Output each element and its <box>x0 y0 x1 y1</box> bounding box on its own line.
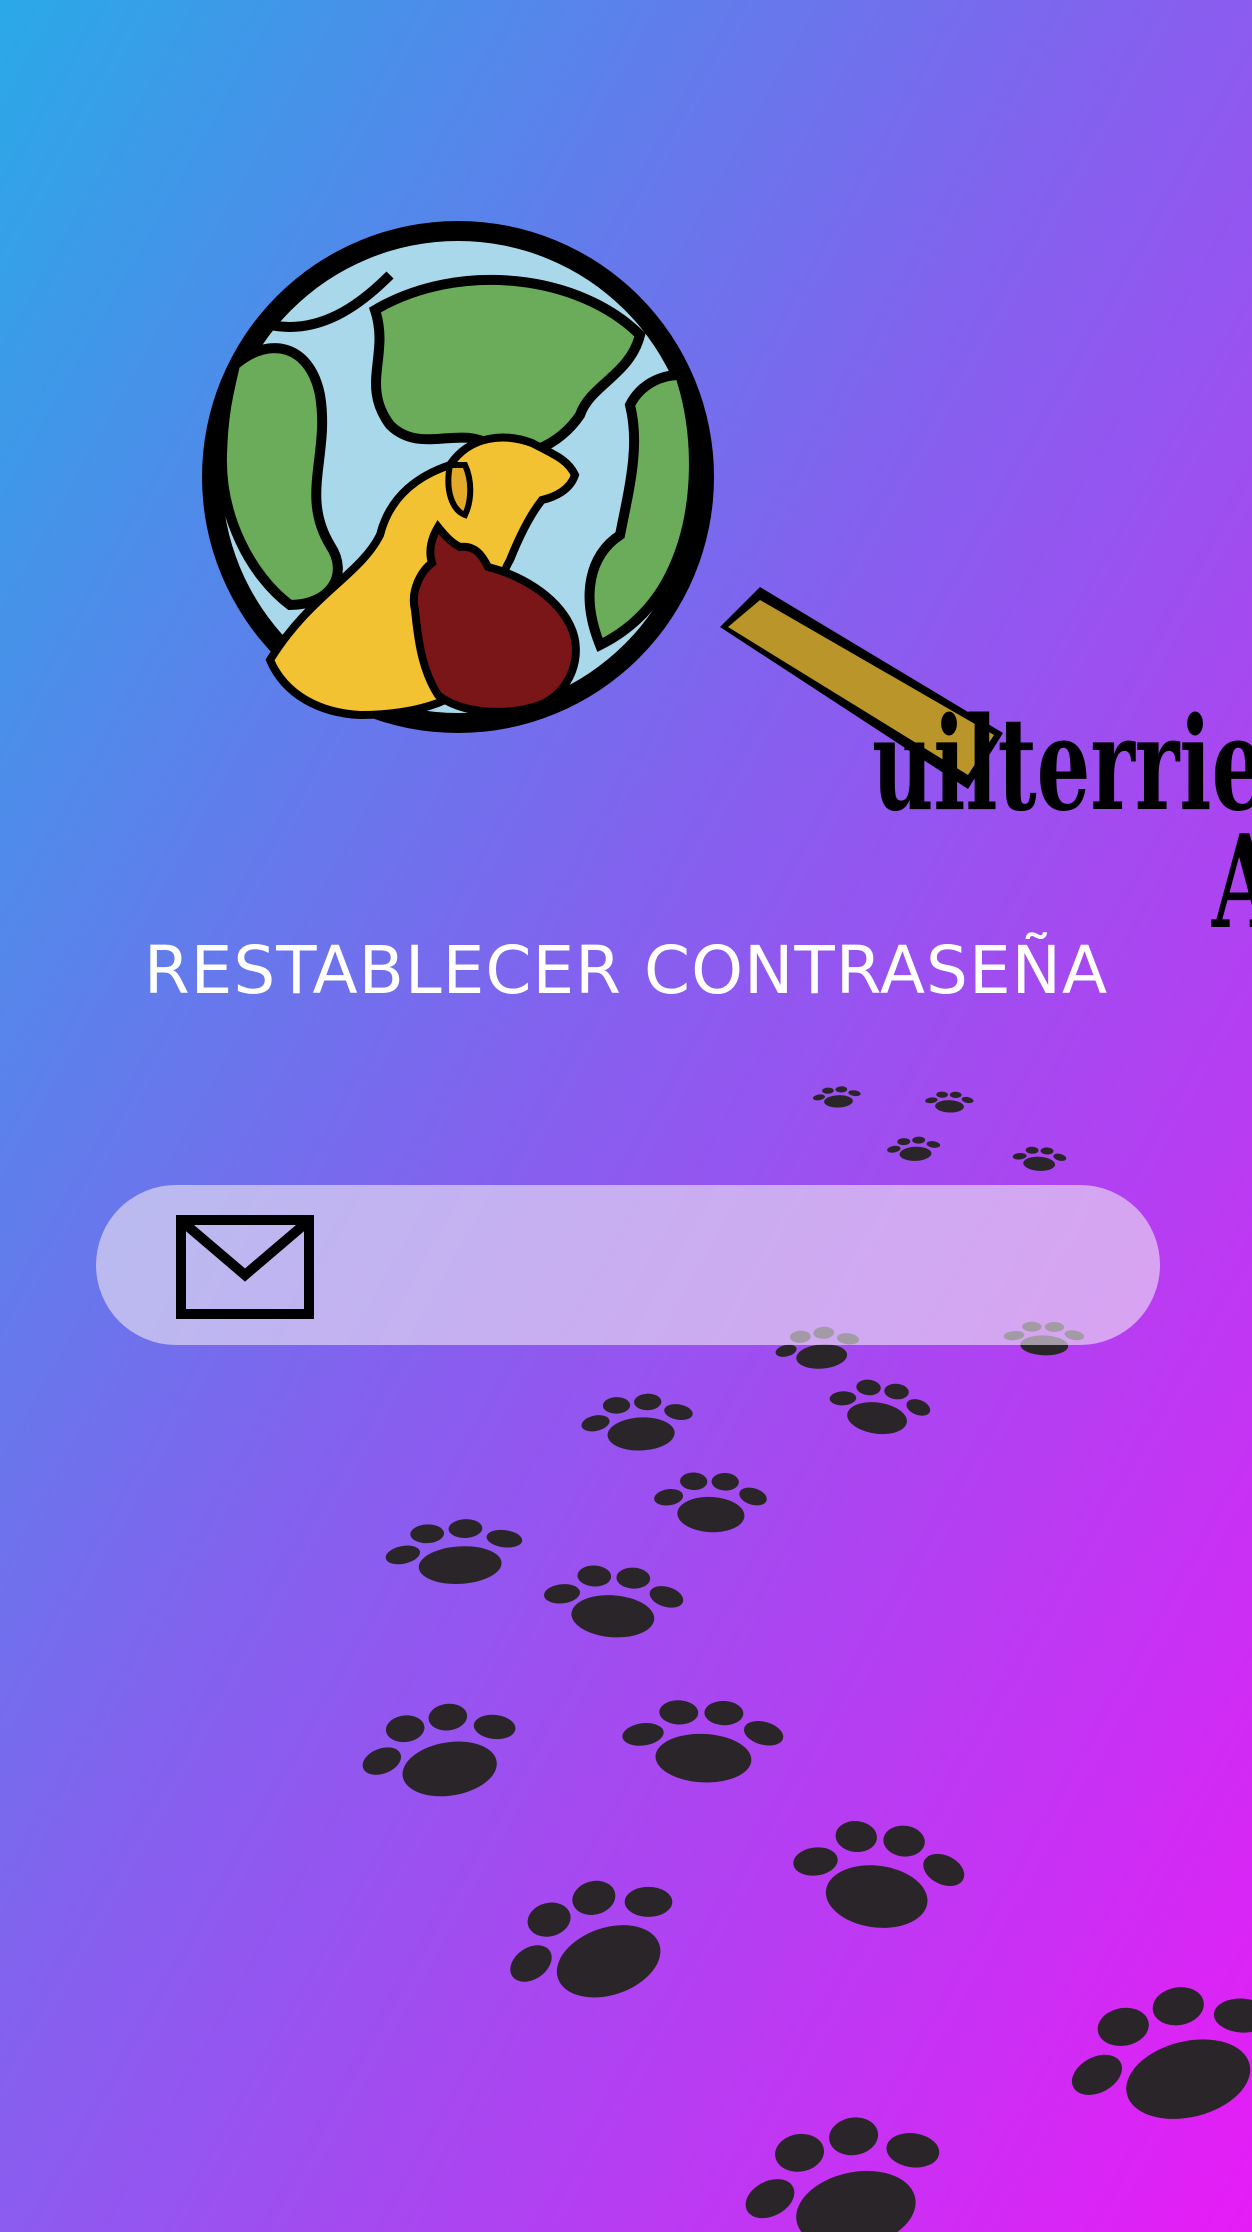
mail-icon <box>176 1215 314 1319</box>
email-input[interactable] <box>346 1215 1090 1317</box>
brand-name-line2: App <box>1212 819 1252 947</box>
quilterrier-logo: uilterrier App <box>160 215 1252 947</box>
page-title: RESTABLECER CONTRASEÑA <box>143 932 1109 1009</box>
email-field[interactable] <box>96 1185 1160 1345</box>
brand-name-line1: uilterrier <box>872 690 1252 840</box>
reset-password-screen: uilterrier App RESTABLECER CONTRASEÑA <box>0 0 1252 2232</box>
